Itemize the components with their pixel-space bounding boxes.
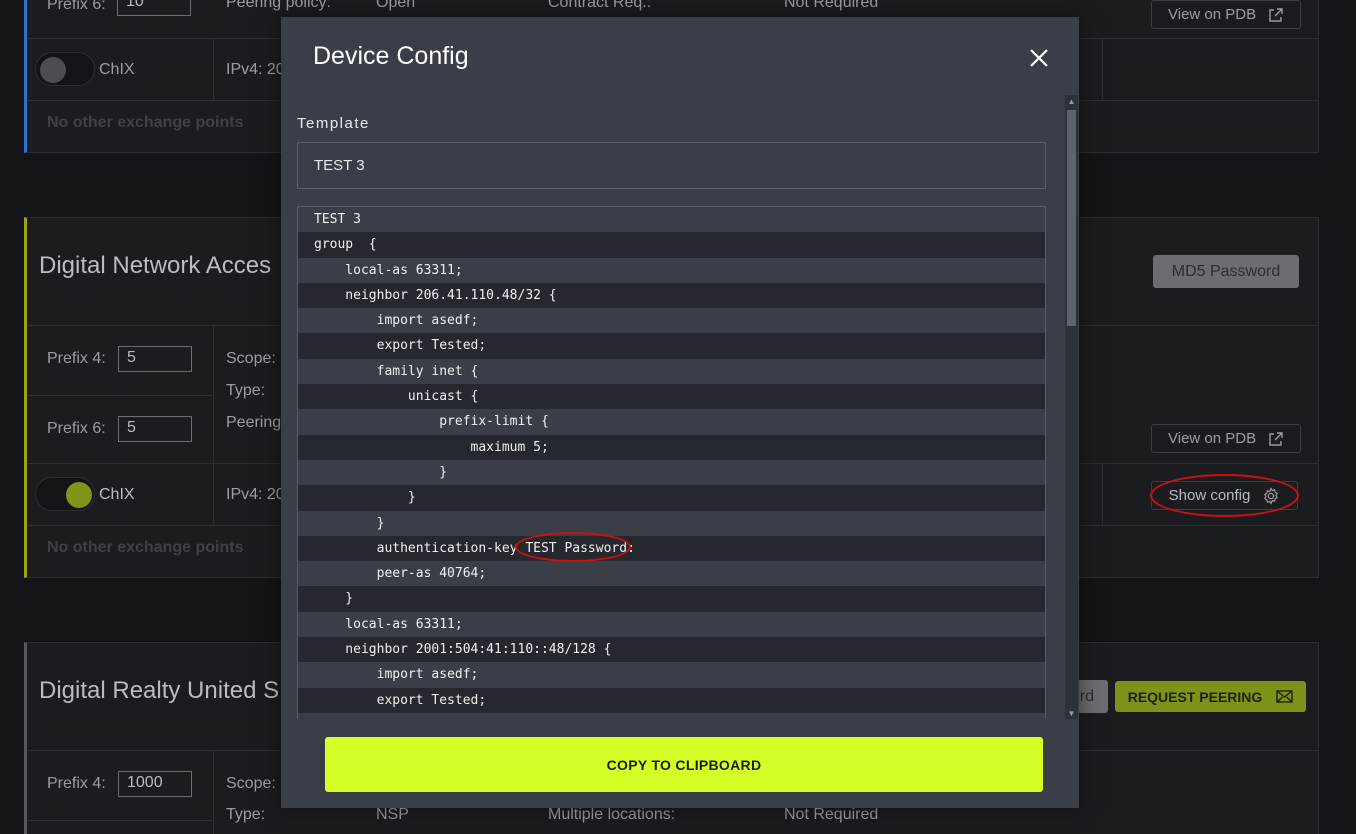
code-line: } — [298, 586, 1045, 612]
code-line: import asedf; — [298, 662, 1045, 688]
view-on-pdb-label: View on PDB — [1168, 430, 1257, 447]
code-line: group { — [298, 232, 1045, 258]
mail-icon — [1276, 690, 1293, 703]
view-on-pdb-label: View on PDB — [1168, 6, 1257, 23]
toggle-knob — [40, 57, 66, 83]
view-on-pdb-button[interactable]: View on PDB — [1151, 0, 1302, 29]
external-link-icon — [1269, 7, 1283, 22]
code-line: local-as 63311; — [298, 611, 1045, 638]
modal-title: Device Config — [313, 42, 469, 70]
peering-policy-value: Open — [376, 0, 416, 11]
code-line: export Tested; — [298, 687, 1045, 713]
card-title: Digital Network Acces — [39, 252, 272, 279]
peering-policy-label: Peering policy: — [226, 0, 331, 11]
prefix4-label: Prefix 4: — [47, 350, 106, 367]
prefix4-label: Prefix 4: — [47, 775, 106, 792]
code-line: family inet { — [298, 712, 1045, 719]
card-title: Digital Realty United S — [39, 677, 280, 704]
modal-body[interactable]: Template TEST 3 TEST 3 group { local-as 6… — [281, 95, 1079, 719]
prefix6-input[interactable]: 10 — [117, 0, 191, 16]
ipv4-label: IPv4: 20 — [226, 486, 285, 503]
prefix6-input[interactable]: 5 — [118, 416, 192, 442]
close-icon — [1030, 49, 1048, 67]
scope-label: Scope: — [226, 350, 276, 367]
copy-to-clipboard-button[interactable]: COPY TO CLIPBOARD — [325, 737, 1043, 792]
multiple-locations-label: Multiple locations: — [548, 806, 676, 823]
template-label: Template — [297, 115, 370, 132]
code-line: authentication-key TEST Password: — [298, 535, 1045, 562]
md5-password-button[interactable]: MD5 Password — [1153, 255, 1299, 288]
contract-value: Not Required — [784, 0, 879, 11]
contract-label: Contract Req.: — [548, 0, 652, 11]
exchange-toggle[interactable] — [35, 477, 95, 511]
code-line: unicast { — [298, 384, 1045, 410]
type-value: NSP — [376, 806, 409, 823]
code-line: } — [298, 510, 1045, 536]
no-other-exchange-points: No other exchange points — [47, 539, 244, 556]
request-peering-button[interactable]: REQUEST PEERING — [1115, 681, 1306, 712]
code-line: } — [298, 459, 1045, 486]
no-other-exchange-points: No other exchange points — [47, 114, 244, 131]
scope-label: Scope: — [226, 775, 276, 792]
prefix6-label: Prefix 6: — [47, 420, 106, 437]
type-label: Type: — [226, 382, 266, 399]
scroll-up-icon[interactable]: ▲ — [1065, 95, 1078, 107]
toggle-knob — [66, 482, 92, 508]
gear-icon — [1264, 486, 1279, 505]
code-line: TEST 3 — [298, 207, 1045, 233]
show-config-button[interactable]: Show config — [1151, 481, 1298, 510]
show-config-label: Show config — [1168, 487, 1251, 504]
prefix4-input[interactable]: 5 — [118, 346, 192, 372]
close-button[interactable] — [1025, 44, 1053, 72]
template-select[interactable]: TEST 3 — [297, 142, 1046, 189]
code-line: } — [298, 485, 1045, 511]
code-line: local-as 63311; — [298, 257, 1045, 283]
scroll-down-icon[interactable]: ▼ — [1065, 707, 1078, 719]
prefix6-label: Prefix 6: — [47, 0, 106, 13]
exchange-toggle[interactable] — [35, 52, 95, 86]
peering-label: Peering — [226, 414, 282, 431]
code-line: family inet { — [298, 358, 1045, 385]
prefix4-input[interactable]: 1000 — [118, 771, 192, 797]
code-line: neighbor 2001:504:41:110::48/128 { — [298, 637, 1045, 663]
exchange-name: ChIX — [99, 486, 135, 503]
exchange-name: ChIX — [99, 61, 135, 78]
ipv4-label: IPv4: 20 — [226, 61, 285, 78]
request-peering-label: REQUEST PEERING — [1127, 688, 1263, 705]
code-line: maximum 5; — [298, 434, 1045, 460]
config-code-block[interactable]: TEST 3 group { local-as 63311; neighbor 2… — [297, 206, 1046, 719]
device-config-modal: Device Config Template TEST 3 TEST 3 grou… — [281, 17, 1079, 808]
code-line: export Tested; — [298, 333, 1045, 359]
type-label: Type: — [226, 806, 266, 823]
code-line: prefix-limit { — [298, 409, 1045, 435]
code-line: neighbor 206.41.110.48/32 { — [298, 282, 1045, 309]
code-line: import asedf; — [298, 308, 1045, 334]
code-line: peer-as 40764; — [298, 561, 1045, 587]
modal-scrollbar[interactable]: ▲ ▼ — [1065, 95, 1078, 719]
view-on-pdb-button[interactable]: View on PDB — [1151, 424, 1302, 453]
scrollbar-thumb[interactable] — [1067, 110, 1076, 326]
contract-value: Not Required — [784, 806, 879, 823]
external-link-icon — [1269, 431, 1283, 446]
